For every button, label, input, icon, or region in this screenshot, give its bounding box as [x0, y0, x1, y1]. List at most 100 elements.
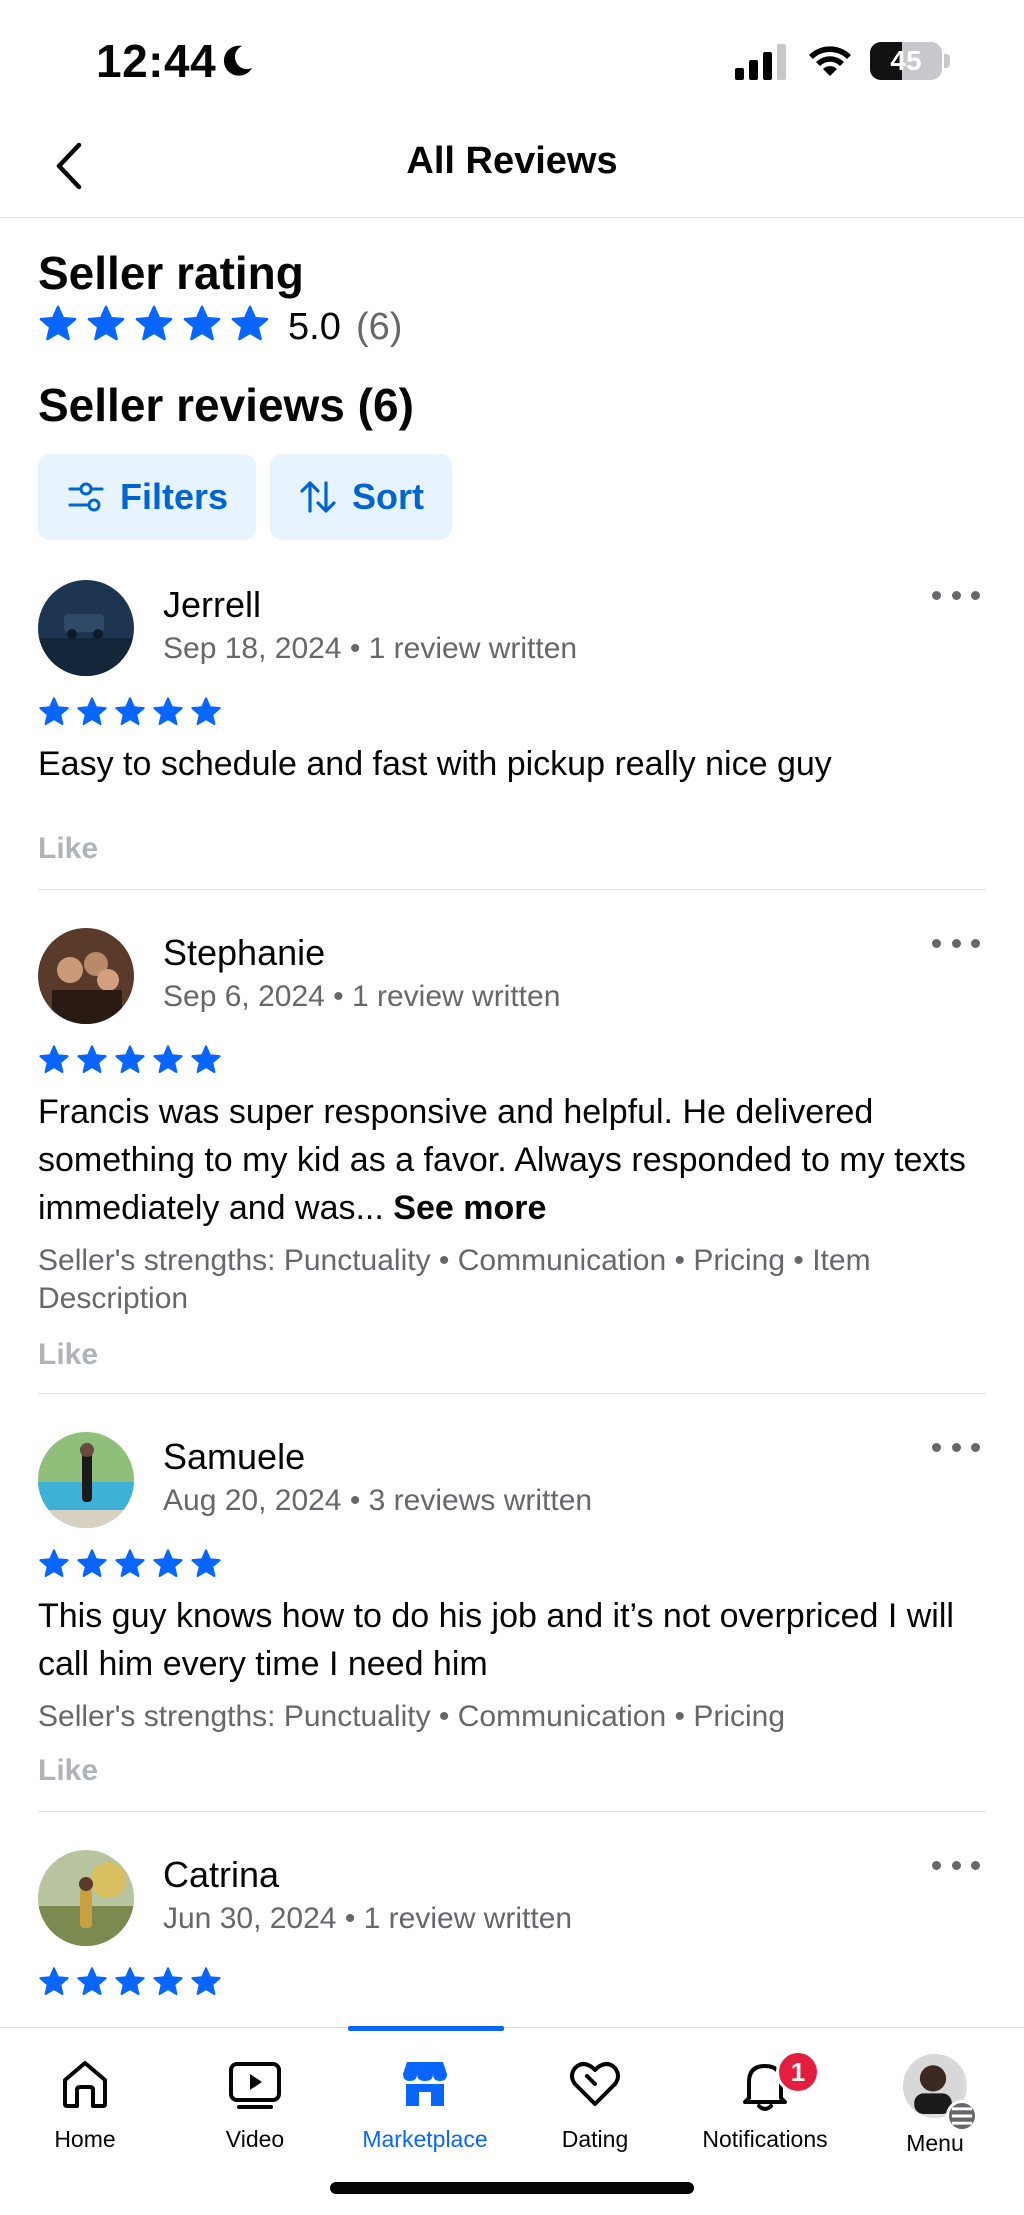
star-icon — [183, 305, 221, 341]
more-options-button[interactable] — [926, 580, 986, 610]
star-icon — [39, 305, 77, 341]
like-button[interactable]: Like — [38, 1338, 98, 1372]
review-text: Francis was super responsive and helpful… — [38, 1088, 986, 1232]
review-stars — [38, 696, 222, 728]
star-icon — [39, 1549, 69, 1578]
star-icon — [77, 1045, 107, 1074]
review-meta: Sep 6, 2024 • 1 review written — [163, 980, 561, 1013]
tab-label: Video — [225, 2126, 285, 2152]
more-options-button[interactable] — [926, 928, 986, 958]
star-icon — [115, 1967, 145, 1996]
avatar[interactable] — [38, 580, 134, 676]
review-meta: Jun 30, 2024 • 1 review written — [163, 1902, 573, 1935]
review-stars — [38, 1044, 222, 1076]
star-icon — [115, 697, 145, 726]
avatar[interactable] — [38, 1850, 134, 1946]
star-icon — [115, 1549, 145, 1578]
sort-label: Sort — [352, 476, 424, 517]
active-tab-indicator — [348, 2026, 504, 2031]
seller-strengths: Seller's strengths: Punctuality • Commun… — [38, 1700, 786, 1733]
reviewer-name[interactable]: Stephanie — [163, 932, 325, 974]
star-icon — [191, 697, 221, 726]
reviewer-name[interactable]: Jerrell — [163, 584, 261, 626]
battery-indicator: 45 — [870, 42, 950, 80]
seller-strengths: Seller's strengths: Punctuality • Commun… — [38, 1244, 871, 1315]
star-icon — [191, 1967, 221, 1996]
tab-video[interactable]: Video — [170, 2054, 340, 2174]
review-item: Samuele Aug 20, 2024 • 3 reviews written… — [38, 1432, 986, 1792]
sort-arrows-icon — [300, 481, 336, 513]
tab-dating[interactable]: Dating — [510, 2054, 680, 2174]
tab-notifications[interactable]: 1 Notifications — [680, 2050, 850, 2174]
star-icon — [153, 697, 183, 726]
tab-home[interactable]: Home — [0, 2054, 170, 2174]
star-icon — [39, 1967, 69, 1996]
divider — [38, 1811, 986, 1812]
star-icon — [153, 1967, 183, 1996]
star-icon — [77, 697, 107, 726]
star-icon — [115, 1045, 145, 1074]
star-icon — [191, 1045, 221, 1074]
wifi-icon — [809, 46, 851, 76]
filters-button[interactable]: Filters — [38, 454, 257, 540]
home-icon — [63, 2061, 107, 2108]
seller-rating-stars — [38, 304, 270, 344]
video-icon — [229, 2062, 281, 2109]
star-icon — [87, 305, 125, 341]
reviewer-name[interactable]: Samuele — [163, 1436, 305, 1478]
reviewer-name[interactable]: Catrina — [163, 1854, 279, 1896]
rating-count: (6) — [356, 306, 403, 348]
star-icon — [77, 1967, 107, 1996]
review-meta: Sep 18, 2024 • 1 review written — [163, 632, 578, 665]
tab-label: Home — [54, 2126, 116, 2152]
home-indicator — [330, 2182, 694, 2194]
review-item: Catrina Jun 30, 2024 • 1 review written — [38, 1850, 986, 2026]
more-options-button[interactable] — [926, 1850, 986, 1880]
seller-reviews-heading: Seller reviews (6) — [38, 379, 414, 431]
like-button[interactable]: Like — [38, 1754, 98, 1788]
sliders-icon — [68, 482, 104, 512]
status-time: 12:44 — [96, 35, 217, 87]
marketplace-icon — [403, 2062, 447, 2106]
star-icon — [39, 1045, 69, 1074]
see-more-link[interactable]: See more — [393, 1189, 546, 1227]
star-icon — [153, 1549, 183, 1578]
heart-icon — [570, 2062, 620, 2106]
tab-label: Marketplace — [362, 2126, 488, 2152]
divider — [38, 1393, 986, 1394]
star-icon — [191, 1549, 221, 1578]
avatar[interactable] — [38, 928, 134, 1024]
divider — [38, 889, 986, 890]
moon-icon — [223, 45, 252, 76]
page-title: All Reviews — [406, 140, 618, 182]
review-item: Jerrell Sep 18, 2024 • 1 review written … — [38, 580, 986, 880]
sort-button[interactable]: Sort — [270, 454, 452, 540]
review-item: Stephanie Sep 6, 2024 • 1 review written… — [38, 928, 986, 1378]
signal-icon — [735, 44, 786, 80]
review-stars — [38, 1966, 222, 1998]
review-stars — [38, 1548, 222, 1580]
star-icon — [153, 1045, 183, 1074]
filters-label: Filters — [120, 476, 229, 517]
star-icon — [135, 305, 173, 341]
notification-badge: 1 — [776, 2050, 820, 2094]
tab-label: Dating — [561, 2126, 629, 2152]
avatar[interactable] — [38, 1432, 134, 1528]
review-meta: Aug 20, 2024 • 3 reviews written — [163, 1484, 593, 1517]
star-icon — [231, 305, 269, 341]
page-header: All Reviews — [0, 120, 1024, 218]
star-icon — [39, 697, 69, 726]
menu-hamburger-icon — [946, 2100, 978, 2132]
status-bar: 12:44 45 — [0, 0, 1024, 120]
rating-value: 5.0 — [288, 306, 341, 348]
review-text: This guy knows how to do his job and it’… — [38, 1597, 954, 1683]
tab-label: Notifications — [702, 2126, 828, 2152]
tab-menu[interactable]: Menu — [850, 2054, 1020, 2174]
seller-rating-heading: Seller rating — [38, 247, 304, 299]
more-options-button[interactable] — [926, 1432, 986, 1462]
review-text: Easy to schedule and fast with pickup re… — [38, 745, 832, 783]
battery-level: 45 — [890, 45, 922, 76]
like-button[interactable]: Like — [38, 832, 98, 866]
star-icon — [77, 1549, 107, 1578]
tab-marketplace[interactable]: Marketplace — [340, 2054, 510, 2174]
